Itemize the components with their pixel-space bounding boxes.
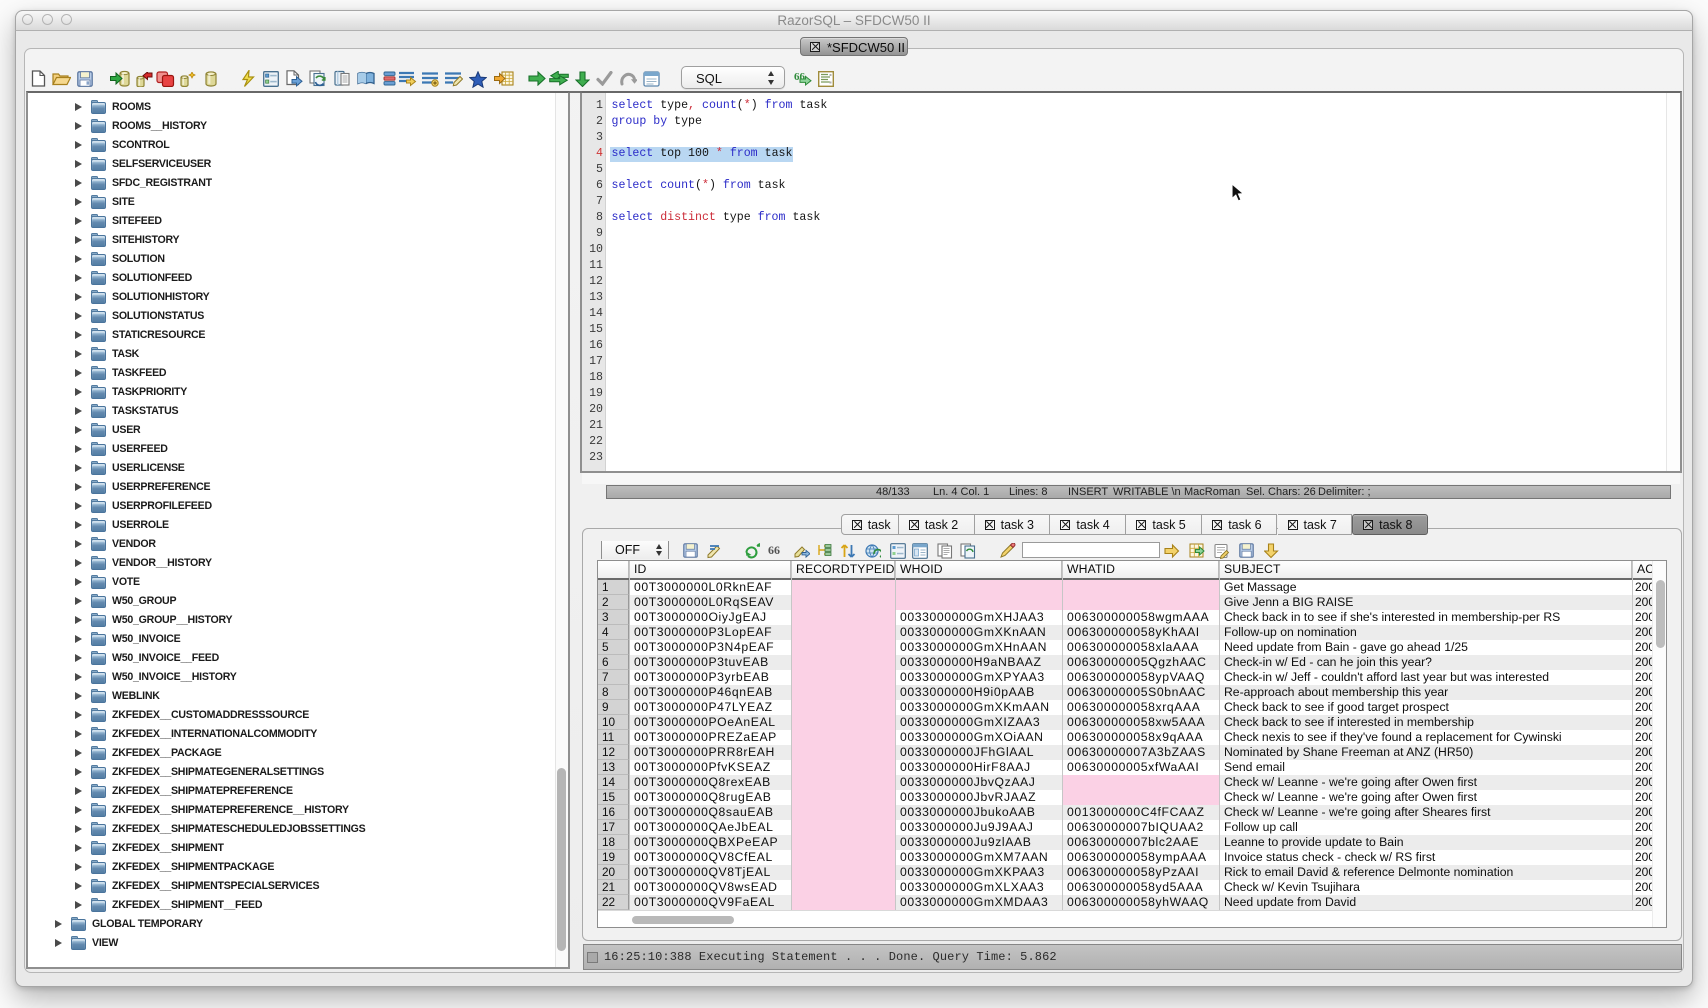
svg-text:66: 66 <box>768 543 780 557</box>
